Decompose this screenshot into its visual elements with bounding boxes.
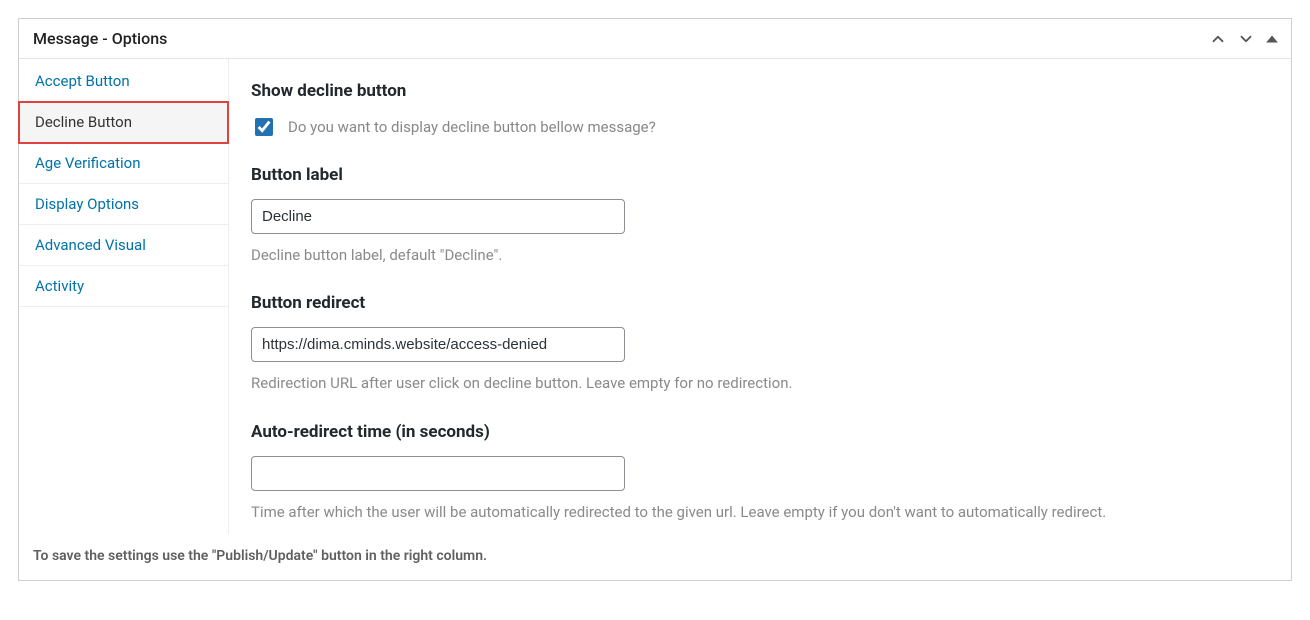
heading-auto-redirect: Auto-redirect time (in seconds) [251,422,1269,442]
chevron-up-icon[interactable] [1209,30,1227,48]
tab-content: Show decline button Do you want to displ… [229,59,1291,534]
panel-body: Accept Button Decline Button Age Verific… [19,59,1291,534]
tab-decline-button[interactable]: Decline Button [19,102,228,143]
input-button-label[interactable] [251,199,625,234]
collapse-icon[interactable] [1265,32,1279,46]
heading-show-decline: Show decline button [251,81,1269,101]
tab-accept-button[interactable]: Accept Button [19,61,228,102]
footer-note: To save the settings use the "Publish/Up… [19,534,1291,580]
tab-advanced-visual[interactable]: Advanced Visual [19,225,228,266]
chevron-down-icon[interactable] [1237,30,1255,48]
panel-header: Message - Options [19,19,1291,59]
help-auto-redirect: Time after which the user will be automa… [251,501,1269,524]
tabs-sidebar: Accept Button Decline Button Age Verific… [19,59,229,534]
label-show-decline: Do you want to display decline button be… [288,118,656,136]
panel-title: Message - Options [33,29,167,48]
help-button-label: Decline button label, default "Decline". [251,244,1269,267]
tab-age-verification[interactable]: Age Verification [19,143,228,184]
input-auto-redirect[interactable] [251,456,625,491]
input-button-redirect[interactable] [251,327,625,362]
help-button-redirect: Redirection URL after user click on decl… [251,372,1269,395]
heading-button-redirect: Button redirect [251,293,1269,313]
tab-display-options[interactable]: Display Options [19,184,228,225]
field-show-decline: Do you want to display decline button be… [251,115,1269,139]
settings-panel: Message - Options Accept Button Decline … [18,18,1292,581]
checkbox-show-decline[interactable] [255,118,273,136]
heading-button-label: Button label [251,165,1269,185]
tab-activity[interactable]: Activity [19,266,228,307]
panel-actions [1209,30,1279,48]
